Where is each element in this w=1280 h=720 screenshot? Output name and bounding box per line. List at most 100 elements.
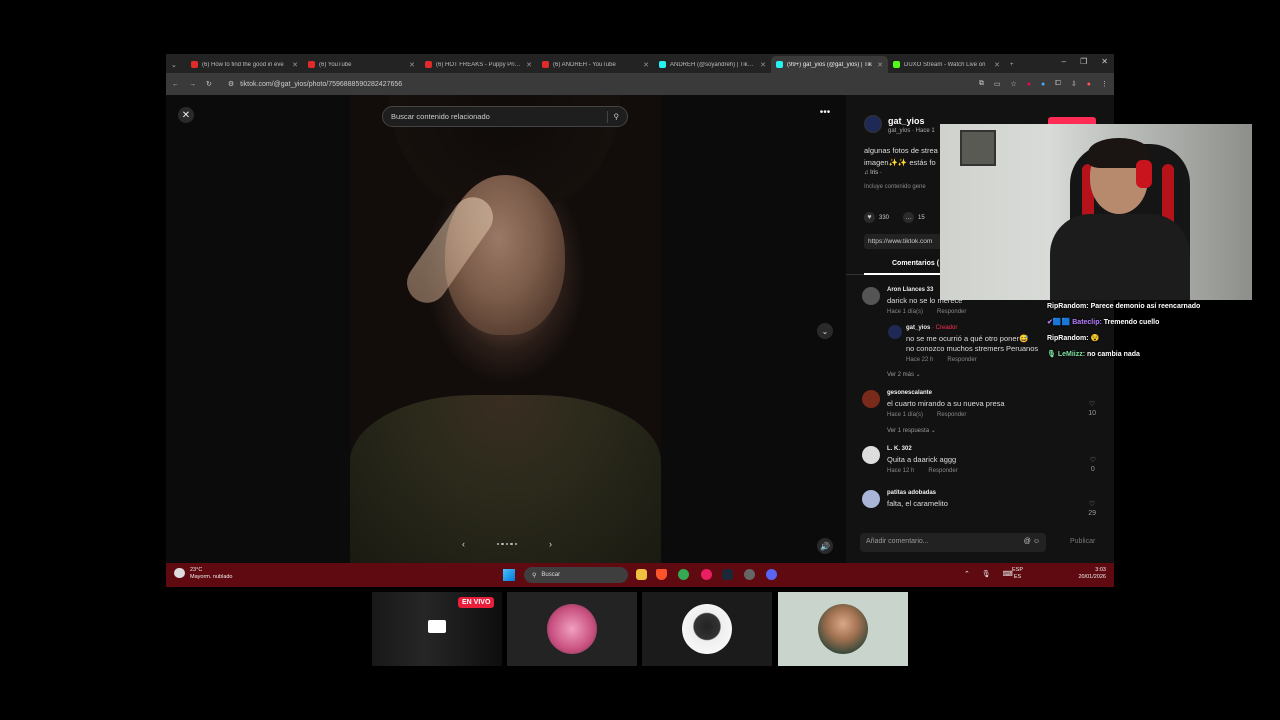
steam-icon[interactable]	[722, 569, 733, 580]
avatar[interactable]	[862, 287, 880, 305]
brave-icon[interactable]	[656, 569, 667, 580]
comment-author[interactable]: Aron Llances 33	[887, 287, 933, 293]
comment-author[interactable]: gesonescalante	[887, 390, 932, 396]
site-info-icon[interactable]: ⚙	[228, 80, 234, 88]
avatar[interactable]	[862, 390, 880, 408]
maximize-button[interactable]: ❐	[1080, 57, 1087, 66]
heart-outline-icon: ♡	[1089, 457, 1096, 464]
reply-button[interactable]: Responder	[937, 309, 966, 315]
participant-screen-share[interactable]: EN VIVO	[372, 592, 502, 666]
close-tab-icon[interactable]: ✕	[760, 61, 766, 69]
downloads-icon[interactable]: ⇩	[1071, 80, 1077, 88]
related-search-input[interactable]: Buscar contenido relacionado ⚲	[382, 106, 628, 127]
comment-like[interactable]: ♡ 10	[1088, 400, 1096, 418]
close-viewer-button[interactable]: ✕	[178, 107, 194, 123]
cast-icon[interactable]: ▭	[994, 80, 1001, 88]
sound-icon[interactable]: 🔊	[817, 538, 833, 554]
tab-6[interactable]: DUXO Stream - Watch Live on ✕	[888, 56, 1005, 73]
close-tab-icon[interactable]: ✕	[409, 61, 415, 69]
next-post-button[interactable]: ⌄	[817, 323, 833, 339]
heart-outline-icon: ♡	[1088, 401, 1096, 408]
extension-icon[interactable]: ●	[1041, 81, 1045, 88]
participant-tile[interactable]	[507, 592, 637, 666]
cloud-icon	[174, 568, 185, 578]
mention-emoji-icons[interactable]: @ ☺	[1024, 538, 1040, 547]
clock[interactable]: 3:03 20/01/2026	[1078, 567, 1106, 581]
close-tab-icon[interactable]: ✕	[994, 61, 1000, 69]
chat-user: ✔🟦🟦 Bateclip:	[1047, 319, 1102, 326]
avatar[interactable]	[862, 446, 880, 464]
comment-like[interactable]: ♡ 29	[1088, 500, 1096, 518]
language-indicator[interactable]: ESP ES	[1012, 567, 1023, 581]
photo-viewer: ✕ Buscar contenido relacionado ⚲ ••• ⌄ ‹…	[166, 95, 846, 563]
music-link[interactable]: ♫ Iris ·	[864, 170, 882, 176]
chevron-right-icon[interactable]: ›	[549, 539, 552, 549]
profile-avatar-icon[interactable]: ●	[1087, 81, 1091, 88]
post-photo[interactable]	[350, 95, 661, 563]
taskbar-search[interactable]: ⚲ Buscar	[524, 567, 628, 583]
weather-widget[interactable]: 23°C Mayorm. nublado	[174, 567, 233, 581]
app-icon[interactable]	[701, 569, 712, 580]
translate-icon[interactable]: ⧉	[979, 80, 984, 88]
bookmark-star-icon[interactable]: ☆	[1011, 80, 1017, 88]
comment-input[interactable]: Añadir comentario... @ ☺	[860, 533, 1046, 552]
reload-icon[interactable]: ↻	[206, 80, 212, 88]
search-icon[interactable]: ⚲	[614, 112, 620, 121]
close-tab-icon[interactable]: ✕	[292, 61, 298, 69]
close-tab-icon[interactable]: ✕	[643, 61, 649, 69]
discord-icon[interactable]	[766, 569, 777, 580]
search-placeholder: Buscar contenido relacionado	[391, 112, 490, 121]
back-icon[interactable]: ←	[172, 81, 179, 88]
view-more-replies-button[interactable]: Ver 1 respuesta ⌄	[887, 427, 936, 434]
ai-content-note: Incluye contenido gene	[864, 184, 926, 190]
comment-like[interactable]: ♡ 0	[1090, 456, 1096, 474]
chevron-left-icon[interactable]: ‹	[462, 539, 465, 549]
avatar[interactable]	[862, 490, 880, 508]
participant-tile[interactable]	[778, 592, 908, 666]
view-more-replies-button[interactable]: Ver 2 más ⌄	[887, 371, 921, 378]
tab-0[interactable]: (6) How to find the good in eve ✕	[186, 56, 303, 73]
like-button[interactable]: ♥ 330	[864, 212, 889, 223]
search-icon: ⚲	[532, 572, 537, 579]
author-name[interactable]: gat_yios	[888, 116, 925, 126]
reply-button[interactable]: Responder	[947, 357, 976, 363]
avatar[interactable]	[888, 325, 902, 339]
extensions-puzzle-icon[interactable]: ⧠	[1055, 80, 1061, 88]
windows-start-icon[interactable]	[503, 569, 515, 581]
comment-author[interactable]: L. K. 302	[887, 446, 912, 452]
more-options-button[interactable]: •••	[816, 107, 834, 121]
minimize-button[interactable]: –	[1062, 57, 1066, 66]
windows-taskbar: 23°C Mayorm. nublado ⚲ Buscar ⌃ 🎙 ⌨ ESP E…	[166, 563, 1114, 587]
comment-author[interactable]: patitas adobadas	[887, 490, 936, 496]
forward-icon[interactable]: →	[189, 81, 196, 88]
tab-5-active[interactable]: (99+) gat_yios (@gat_yios) | Tik ✕	[771, 56, 888, 73]
chat-text: Tremendo cuello	[1103, 319, 1160, 326]
chrome-icon[interactable]	[678, 569, 689, 580]
author-avatar[interactable]	[864, 115, 882, 133]
tab-4[interactable]: ANDREH (@soyandreh) | TikTok ✕	[654, 56, 771, 73]
reply-author-name: gat_yios	[906, 325, 931, 331]
tab-1[interactable]: (6) YouTube ✕	[303, 56, 420, 73]
close-tab-icon[interactable]: ✕	[877, 61, 883, 69]
url-field[interactable]: ⚙ tiktok.com/@gat_yios/photo/75968885902…	[222, 77, 969, 91]
tab-strip: ⌄ (6) How to find the good in eve ✕ (6) Y…	[166, 54, 1114, 73]
tab-search-button[interactable]: ⌄	[166, 56, 186, 73]
close-tab-icon[interactable]: ✕	[526, 61, 532, 69]
file-explorer-icon[interactable]	[636, 569, 647, 580]
tab-comments[interactable]: Comentarios (	[892, 260, 939, 267]
system-tray-icons[interactable]: ⌃ 🎙 ⌨	[964, 570, 1018, 578]
tab-3[interactable]: (6) ANDREH - YouTube ✕	[537, 56, 654, 73]
publish-button[interactable]: Publicar	[1070, 538, 1095, 545]
participant-tile[interactable]	[642, 592, 772, 666]
obs-icon[interactable]	[744, 569, 755, 580]
extension-icon[interactable]: ●	[1027, 81, 1031, 88]
browser-menu-icon[interactable]: ⋮	[1101, 80, 1108, 88]
reply-button[interactable]: Responder	[937, 412, 966, 418]
new-tab-button[interactable]: +	[1005, 56, 1025, 73]
close-window-button[interactable]: ✕	[1101, 57, 1108, 66]
share-link-field[interactable]: https://www.tiktok.com	[864, 234, 944, 249]
tab-2[interactable]: (6) HOT FREAKS - Puppy Prince ✕	[420, 56, 537, 73]
comment-button[interactable]: … 15	[903, 212, 925, 223]
reply-author[interactable]: gat_yios · Creador	[906, 325, 957, 331]
reply-button[interactable]: Responder	[928, 468, 957, 474]
